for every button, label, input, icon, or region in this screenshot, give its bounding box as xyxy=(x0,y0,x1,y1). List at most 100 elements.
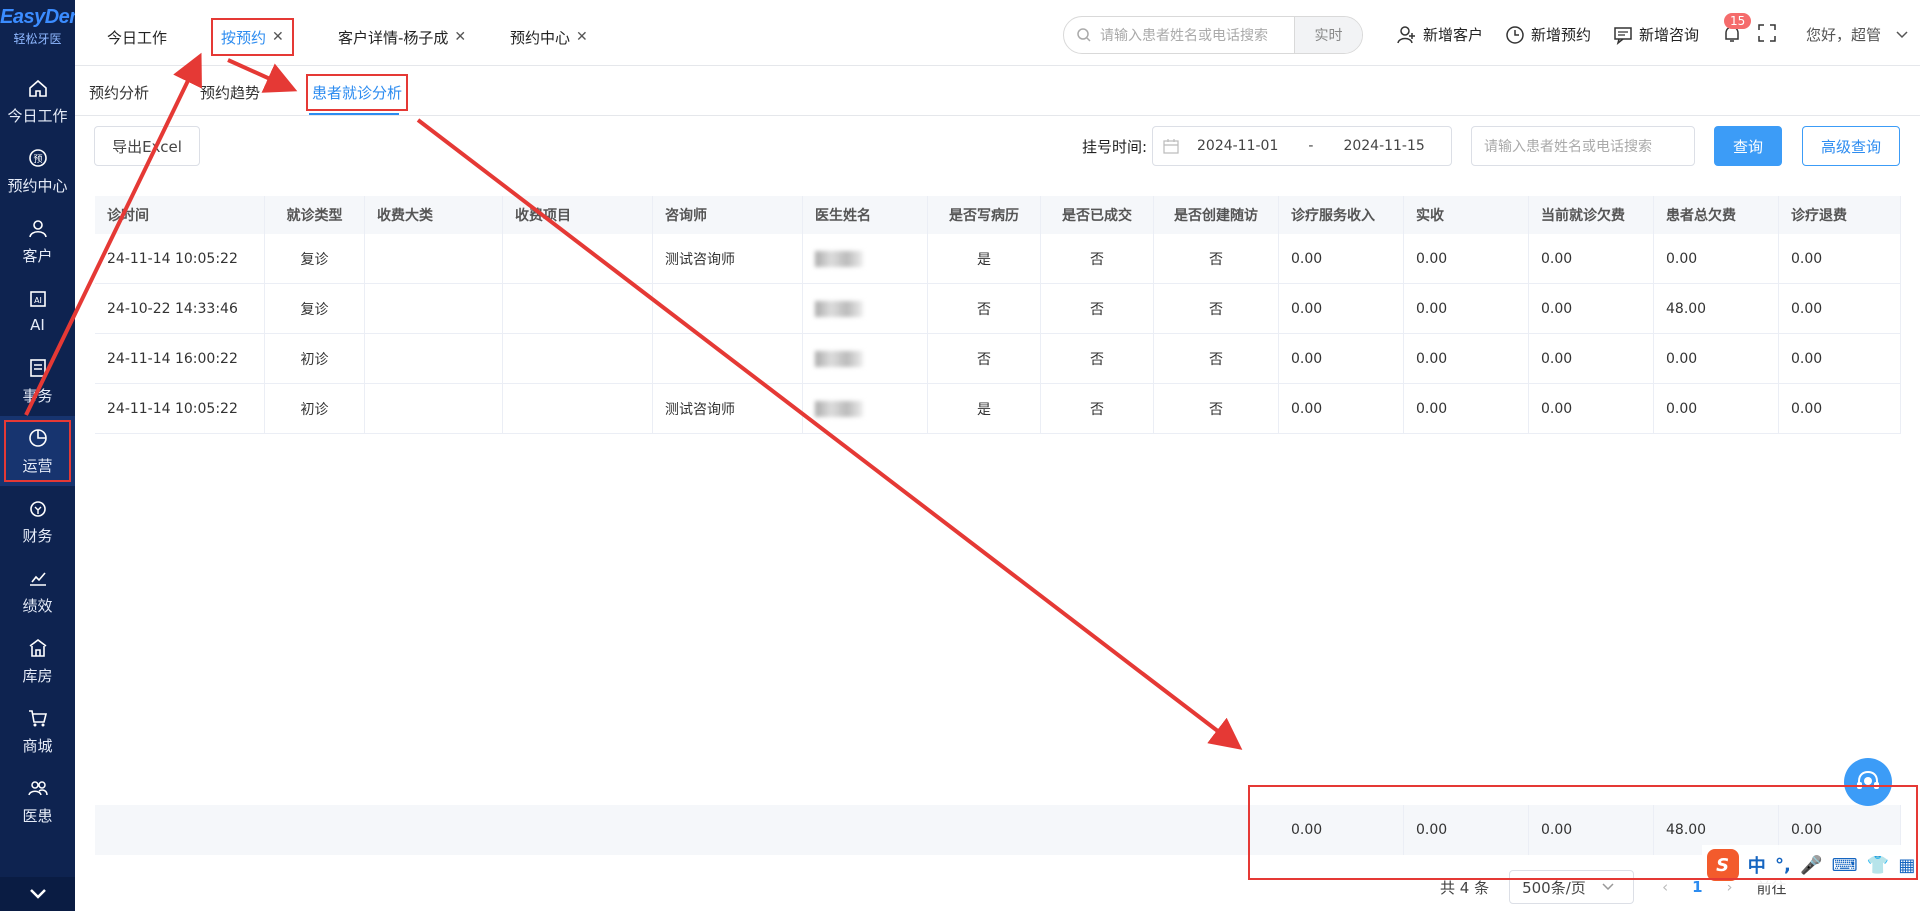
redacted-doctor-name xyxy=(815,250,863,267)
tab-today-work[interactable]: 今日工作 xyxy=(99,18,175,56)
table-cell xyxy=(803,384,928,433)
line-chart-icon xyxy=(29,571,46,586)
column-header: 是否写病历 xyxy=(928,196,1041,234)
user-menu[interactable]: 您好，超管 xyxy=(1806,24,1915,45)
table-row[interactable]: 24-11-14 10:05:22 复诊 测试咨询师是否否 0.00 0.00 0.00 0… xyxy=(95,234,1901,284)
sidebar-item-6[interactable]: 财务 xyxy=(0,486,75,556)
patient-search-input[interactable]: 请输入患者姓名或电话搜索 xyxy=(1471,126,1695,166)
table-cell xyxy=(503,334,653,383)
table-cell: 否 xyxy=(928,334,1041,383)
table-cell: 0.00 xyxy=(1779,284,1901,333)
table-cell: 0.00 xyxy=(1779,234,1901,283)
table-cell: 测试咨询师 xyxy=(653,234,803,283)
sidebar-item-label: 商城 xyxy=(22,736,53,755)
table-cell xyxy=(803,334,928,383)
column-header: 收费项目 xyxy=(503,196,653,234)
table-cell xyxy=(653,334,803,383)
sidebar-item-0[interactable]: 今日工作 xyxy=(0,66,75,136)
document-icon xyxy=(29,358,46,377)
wallet-icon xyxy=(29,500,46,517)
search-mode-button[interactable]: 实时 xyxy=(1294,17,1362,53)
sidebar-item-7[interactable]: 绩效 xyxy=(0,556,75,626)
date-range-picker[interactable]: 2024-11-01 - 2024-11-15 xyxy=(1152,126,1452,166)
sidebar-item-4[interactable]: 事务 xyxy=(0,346,75,416)
date-separator: - xyxy=(1308,138,1314,154)
table-row[interactable]: 24-10-22 14:33:46 复诊否否否 0.00 0.00 0.00 48.00 0… xyxy=(95,284,1901,334)
table-cell: 0.00 xyxy=(1529,284,1654,333)
new-consult-label: 新增咨询 xyxy=(1639,26,1700,44)
sidebar-item-2[interactable]: 客户 xyxy=(0,206,75,276)
table-cell: 0.00 xyxy=(1779,384,1901,433)
table-cell: 24-11-14 10:05:22 xyxy=(95,234,265,283)
sidebar-item-8[interactable]: 库房 xyxy=(0,626,75,696)
subtab-appointment-analysis[interactable]: 预约分析 xyxy=(89,82,149,103)
table-cell: 0.00 xyxy=(1529,234,1654,283)
tab-by-appointment[interactable]: 按预约 ✕ xyxy=(211,18,294,56)
close-icon[interactable]: ✕ xyxy=(576,29,588,45)
table-row[interactable]: 24-11-14 10:05:22 初诊 测试咨询师是否否 0.00 0.00 0.00 0… xyxy=(95,384,1901,434)
table-cell: 否 xyxy=(928,284,1041,333)
table-cell xyxy=(365,234,503,283)
pie-chart-icon xyxy=(28,428,47,447)
summary-spacer xyxy=(95,805,1279,855)
sidebar-item-9[interactable]: 商城 xyxy=(0,696,75,766)
new-customer-button[interactable]: 新增客户 xyxy=(1397,24,1483,45)
svg-text:AI: AI xyxy=(34,296,42,305)
fullscreen-button[interactable] xyxy=(1758,24,1782,42)
table-cell: 0.00 xyxy=(1529,384,1654,433)
date-start[interactable]: 2024-11-01 xyxy=(1197,138,1278,154)
sidebar-collapse-button[interactable] xyxy=(0,877,75,911)
subtab-patient-visit-analysis[interactable]: 患者就诊分析 xyxy=(306,74,409,111)
close-icon[interactable]: ✕ xyxy=(272,29,284,45)
date-end[interactable]: 2024-11-15 xyxy=(1343,138,1424,154)
logo-subtext: 轻松牙医 xyxy=(13,32,62,46)
sidebar-item-label: AI xyxy=(30,316,45,334)
table-cell xyxy=(365,334,503,383)
table-cell xyxy=(365,384,503,433)
table-cell: 0.00 xyxy=(1404,284,1529,333)
home-icon xyxy=(28,79,47,97)
table-cell: 24-11-14 16:00:22 xyxy=(95,334,265,383)
table-row[interactable]: 24-11-14 16:00:22 初诊否否否 0.00 0.00 0.00 0.00 0.… xyxy=(95,334,1901,384)
fullscreen-icon xyxy=(1758,24,1776,42)
search-input[interactable]: 请输入患者姓名或电话搜索 xyxy=(1092,25,1294,45)
prev-page-icon[interactable]: ‹ xyxy=(1662,878,1668,896)
tab-appointment-center[interactable]: 预约中心 ✕ xyxy=(502,18,596,56)
sidebar-item-10[interactable]: 医患 xyxy=(0,766,75,836)
tab-customer-detail[interactable]: 客户详情-杨子成 ✕ xyxy=(330,18,474,56)
table-cell: 0.00 xyxy=(1279,234,1404,283)
redacted-doctor-name xyxy=(815,300,863,317)
table-cell: 否 xyxy=(1154,334,1279,383)
sidebar-item-3[interactable]: AI AI xyxy=(0,276,75,346)
sidebar-item-label: 绩效 xyxy=(22,596,53,615)
table-cell: 是 xyxy=(928,234,1041,283)
global-search[interactable]: 请输入患者姓名或电话搜索 实时 xyxy=(1063,16,1363,54)
export-excel-button[interactable]: 导出Excel xyxy=(94,126,200,166)
sidebar-item-1[interactable]: 预预约中心 xyxy=(0,136,75,206)
sidebar-item-5[interactable]: 运营 xyxy=(0,416,75,486)
table-cell: 0.00 xyxy=(1404,384,1529,433)
close-icon[interactable]: ✕ xyxy=(454,29,466,45)
notification-badge: 15 xyxy=(1724,13,1752,29)
table-cell: 初诊 xyxy=(265,384,365,433)
query-button[interactable]: 查询 xyxy=(1714,126,1782,166)
table-cell: 0.00 xyxy=(1279,334,1404,383)
column-header: 诊时间 xyxy=(95,196,265,234)
subtab-appointment-trend[interactable]: 预约趋势 xyxy=(200,82,260,103)
new-appointment-button[interactable]: 新增预约 xyxy=(1505,24,1591,45)
tab-label: 客户详情-杨子成 xyxy=(338,28,449,47)
table-cell xyxy=(503,384,653,433)
table-cell: 是 xyxy=(928,384,1041,433)
sidebar-item-label: 客户 xyxy=(22,246,53,265)
advanced-query-button[interactable]: 高级查询 xyxy=(1802,126,1900,166)
table-cell: 否 xyxy=(1041,234,1154,283)
table-cell: 0.00 xyxy=(1404,334,1529,383)
table-cell: 0.00 xyxy=(1654,234,1779,283)
sub-tabs: 预约分析 预约趋势 患者就诊分析 xyxy=(75,66,1920,116)
table-cell xyxy=(503,234,653,283)
table-cell: 0.00 xyxy=(1529,334,1654,383)
chevron-down-icon xyxy=(29,889,46,899)
sidebar-item-label: 医患 xyxy=(22,806,53,825)
new-consult-button[interactable]: 新增咨询 xyxy=(1613,24,1699,45)
page-number[interactable]: 1 xyxy=(1692,878,1702,896)
